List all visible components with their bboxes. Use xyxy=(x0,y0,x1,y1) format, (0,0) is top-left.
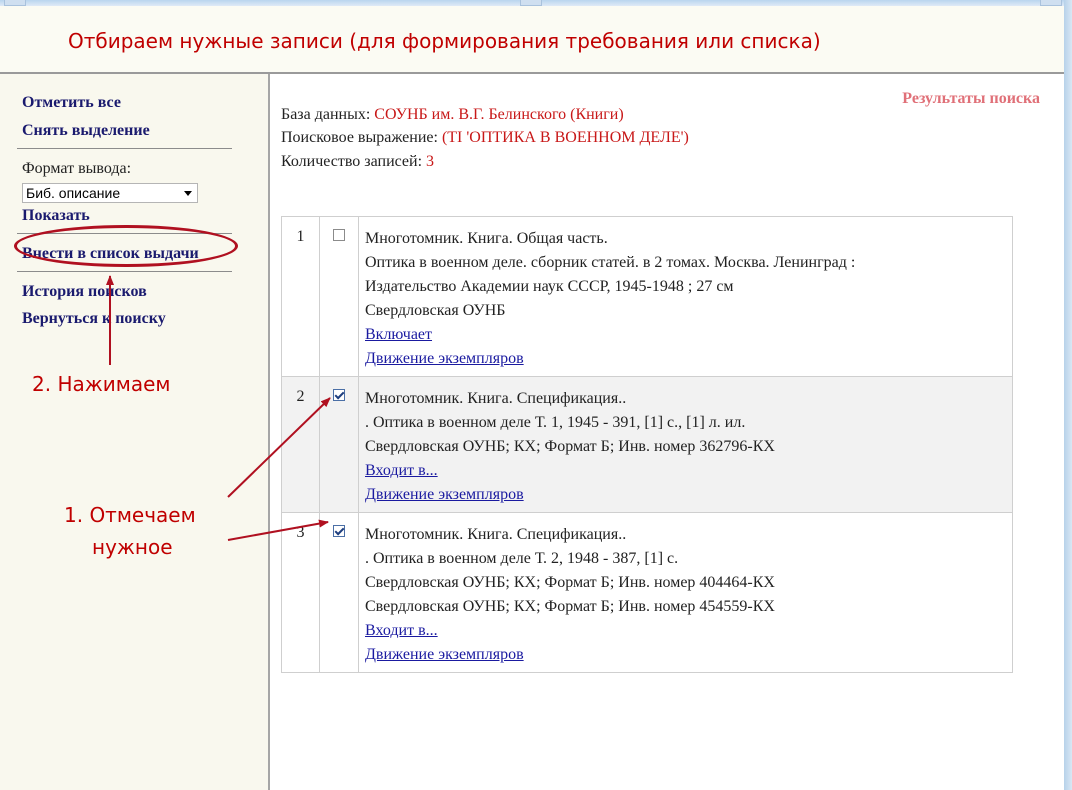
record-line: Свердловская ОУНБ xyxy=(365,302,506,319)
record-line: Свердловская ОУНБ; КХ; Формат Б; Инв. но… xyxy=(365,574,775,591)
table-row: 3 Многотомник. Книга. Спецификация.. . О… xyxy=(281,512,1013,673)
includes-link[interactable]: Включает xyxy=(365,326,432,343)
query-label: Поисковое выражение: xyxy=(281,129,438,146)
record-line: Издательство Академии наук СССР, 1945-19… xyxy=(365,278,734,295)
instruction-banner: Отбираем нужные записи (для формирования… xyxy=(0,6,1064,72)
count-info: Количество записей: 3 xyxy=(281,153,434,171)
annotation-step1-line2: нужное xyxy=(92,535,173,559)
format-label: Формат вывода: xyxy=(22,160,132,177)
banner-title: Отбираем нужные записи (для формирования… xyxy=(68,29,821,53)
query-value: (TI 'ОПТИКА В ВОЕННОМ ДЕЛЕ') xyxy=(441,129,689,146)
record-line: Многотомник. Книга. Спецификация.. xyxy=(365,390,627,407)
part-of-link[interactable]: Входит в... xyxy=(365,622,438,639)
sidebar-divider xyxy=(17,148,232,149)
format-select-value: Биб. описание xyxy=(26,185,121,201)
sidebar-divider xyxy=(17,271,232,272)
format-select[interactable]: Биб. описание xyxy=(22,183,198,203)
record-description: Многотомник. Книга. Спецификация.. . Опт… xyxy=(358,376,1013,513)
record-checkbox[interactable] xyxy=(333,525,345,537)
results-table: 1 Многотомник. Книга. Общая часть. Оптик… xyxy=(281,216,1013,673)
annotation-step1: 1. Отмечаем xyxy=(64,503,196,527)
search-history-link[interactable]: История поисков xyxy=(22,283,147,301)
table-row: 2 Многотомник. Книга. Спецификация.. . О… xyxy=(281,376,1013,513)
record-line: Свердловская ОУНБ; КХ; Формат Б; Инв. но… xyxy=(365,598,775,615)
back-to-search-link[interactable]: Вернуться к поиску xyxy=(22,310,166,328)
chevron-down-icon xyxy=(184,191,192,196)
database-label: База данных: xyxy=(281,106,371,123)
database-info: База данных: СОУНБ им. В.Г. Белинского (… xyxy=(281,106,624,124)
part-of-link[interactable]: Входит в... xyxy=(365,462,438,479)
sidebar: Отметить все Снять выделение Формат выво… xyxy=(0,74,268,790)
annotation-step2: 2. Нажимаем xyxy=(32,372,171,396)
database-value: СОУНБ им. В.Г. Белинского (Книги) xyxy=(374,106,624,123)
count-label: Количество записей: xyxy=(281,153,423,170)
mark-all-link[interactable]: Отметить все xyxy=(22,94,121,112)
record-description: Многотомник. Книга. Спецификация.. . Опт… xyxy=(358,512,1013,673)
count-value: 3 xyxy=(426,153,435,170)
record-line: Многотомник. Книга. Общая часть. xyxy=(365,230,608,247)
window-frame-right xyxy=(1064,0,1072,790)
results-panel: Результаты поиска База данных: СОУНБ им.… xyxy=(270,74,1064,790)
record-line: . Оптика в военном деле Т. 1, 1945 - 391… xyxy=(365,414,746,431)
copies-movement-link[interactable]: Движение экземпляров xyxy=(365,646,524,663)
results-title: Результаты поиска xyxy=(902,90,1040,107)
unmark-link[interactable]: Снять выделение xyxy=(22,122,150,140)
copies-movement-link[interactable]: Движение экземпляров xyxy=(365,486,524,503)
record-number: 3 xyxy=(281,512,320,673)
show-button[interactable]: Показать xyxy=(22,207,90,225)
record-number: 2 xyxy=(281,376,320,513)
record-checkbox[interactable] xyxy=(333,229,345,241)
record-checkbox[interactable] xyxy=(333,389,345,401)
copies-movement-link[interactable]: Движение экземпляров xyxy=(365,350,524,367)
record-line: . Оптика в военном деле Т. 2, 1948 - 387… xyxy=(365,550,679,567)
record-line: Свердловская ОУНБ; КХ; Формат Б; Инв. но… xyxy=(365,438,775,455)
highlight-ellipse xyxy=(14,225,238,267)
table-row: 1 Многотомник. Книга. Общая часть. Оптик… xyxy=(281,216,1013,377)
record-line: Оптика в военном деле. сборник статей. в… xyxy=(365,254,856,271)
record-line: Многотомник. Книга. Спецификация.. xyxy=(365,526,627,543)
query-info: Поисковое выражение: (TI 'ОПТИКА В ВОЕНН… xyxy=(281,129,689,147)
record-number: 1 xyxy=(281,216,320,377)
record-description: Многотомник. Книга. Общая часть. Оптика … xyxy=(358,216,1013,377)
